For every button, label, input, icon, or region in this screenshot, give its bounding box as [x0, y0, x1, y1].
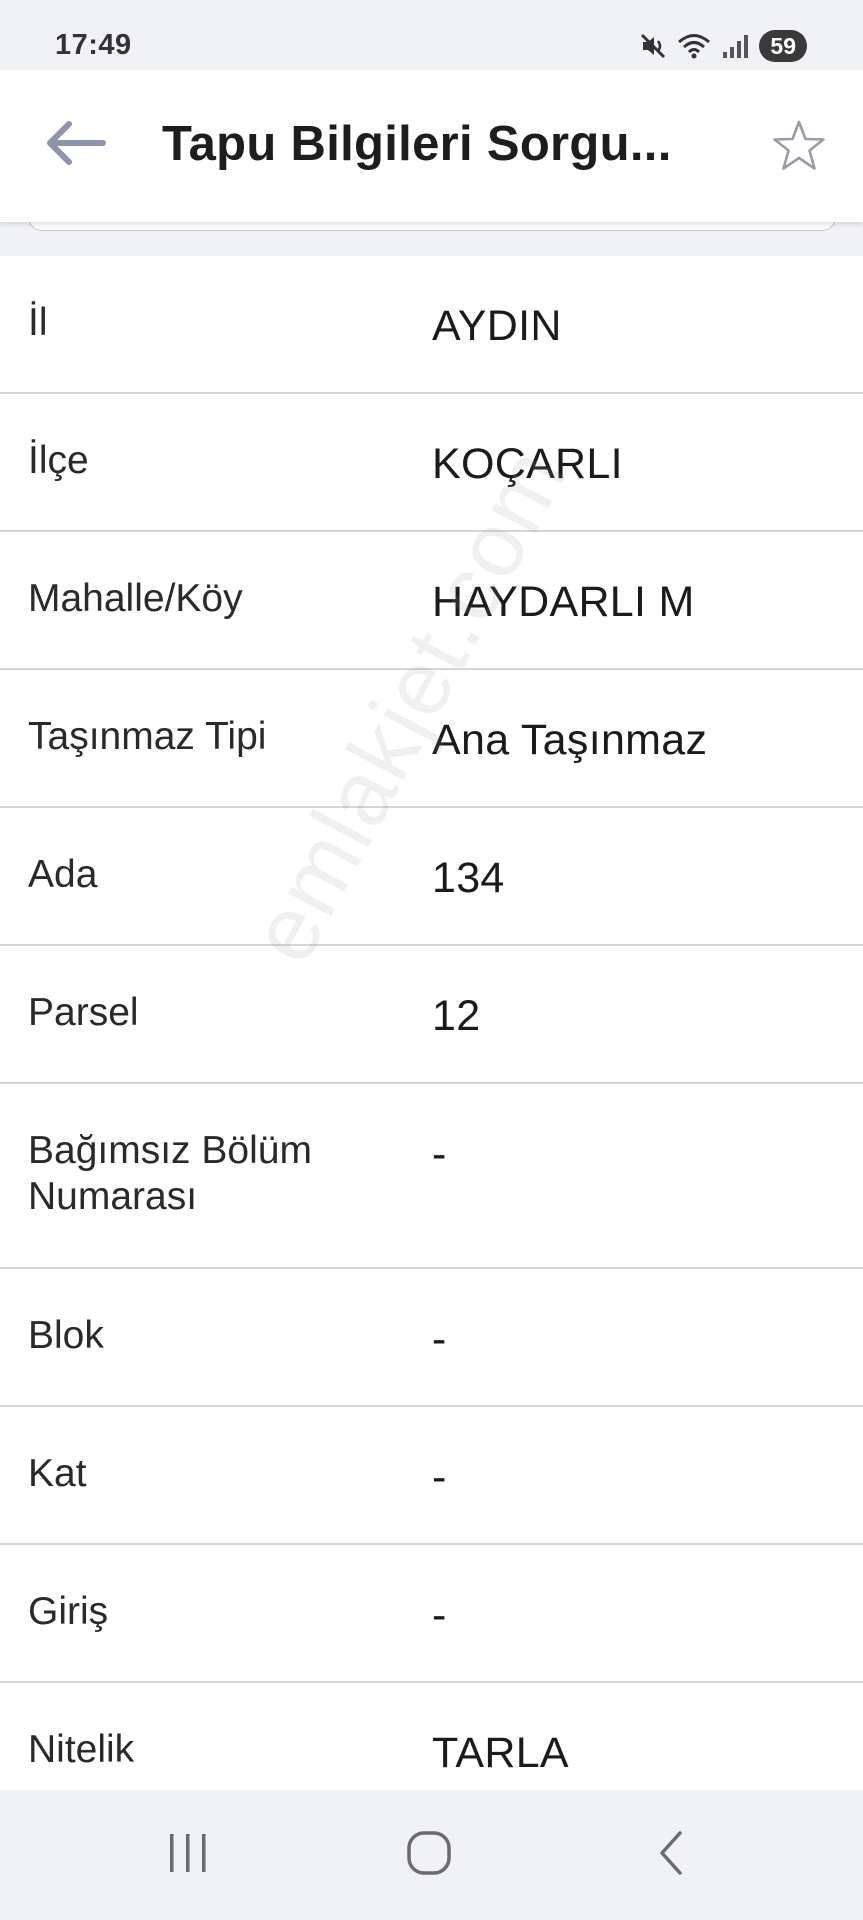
- row-label: Blok: [28, 1314, 104, 1357]
- row-label: Parsel: [28, 991, 139, 1034]
- home-icon: [404, 1828, 454, 1883]
- row-value: HAYDARLI M: [432, 578, 695, 626]
- battery-indicator: 59: [759, 30, 807, 62]
- wifi-icon: [677, 32, 711, 60]
- table-row: Bağımsız Bölüm Numarası -: [0, 1084, 863, 1269]
- table-row: İl AYDIN: [0, 256, 863, 394]
- back-icon: [652, 1828, 692, 1883]
- mute-icon: [639, 32, 667, 60]
- row-value: -: [432, 1315, 447, 1363]
- table-row: Kat -: [0, 1407, 863, 1545]
- row-value: -: [432, 1591, 447, 1639]
- recent-apps-button[interactable]: [143, 1820, 233, 1890]
- row-label: İl: [28, 301, 48, 344]
- page-title: Tapu Bilgileri Sorgu...: [162, 117, 672, 171]
- system-nav-bar: [0, 1790, 863, 1920]
- star-outline-icon: [771, 119, 827, 178]
- system-back-button[interactable]: [627, 1820, 717, 1890]
- table-row: Mahalle/Köy HAYDARLI M: [0, 532, 863, 670]
- row-value: KOÇARLI: [432, 440, 623, 488]
- row-label: Taşınmaz Tipi: [28, 715, 267, 758]
- row-label: Nitelik: [28, 1728, 135, 1771]
- table-row: Parsel 12: [0, 946, 863, 1084]
- table-row: Giriş -: [0, 1545, 863, 1683]
- row-label: Bağımsız Bölüm Numarası: [28, 1129, 312, 1218]
- row-label: İlçe: [28, 439, 89, 482]
- table-row: Ada 134: [0, 808, 863, 946]
- row-value: -: [432, 1453, 447, 1501]
- row-value: 134: [432, 854, 505, 902]
- row-label: Giriş: [28, 1590, 109, 1633]
- row-label: Ada: [28, 853, 98, 896]
- app-bar: Tapu Bilgileri Sorgu...: [0, 70, 863, 222]
- arrow-left-icon: [43, 118, 107, 173]
- row-label: Kat: [28, 1452, 87, 1495]
- table-row: Taşınmaz Tipi Ana Taşınmaz: [0, 670, 863, 808]
- row-value: AYDIN: [432, 302, 562, 350]
- table-row: Blok -: [0, 1269, 863, 1407]
- recent-apps-icon: [164, 1831, 212, 1880]
- status-icons: 59: [639, 26, 807, 66]
- row-value: Ana Taşınmaz: [432, 716, 708, 764]
- row-label: Mahalle/Köy: [28, 577, 243, 620]
- status-time: 17:49: [55, 29, 132, 61]
- row-value: 12: [432, 992, 481, 1040]
- status-bar: 17:49 59: [0, 0, 863, 70]
- row-value: TARLA: [432, 1729, 569, 1777]
- home-button[interactable]: [384, 1820, 474, 1890]
- signal-icon: [721, 32, 749, 60]
- row-value: -: [432, 1130, 447, 1178]
- favorite-button[interactable]: [767, 116, 831, 180]
- property-details-table: İl AYDIN İlçe KOÇARLI Mahalle/Köy HAYDAR…: [0, 256, 863, 1821]
- back-button[interactable]: [40, 115, 110, 175]
- previous-card-edge: [0, 216, 863, 256]
- table-row: İlçe KOÇARLI: [0, 394, 863, 532]
